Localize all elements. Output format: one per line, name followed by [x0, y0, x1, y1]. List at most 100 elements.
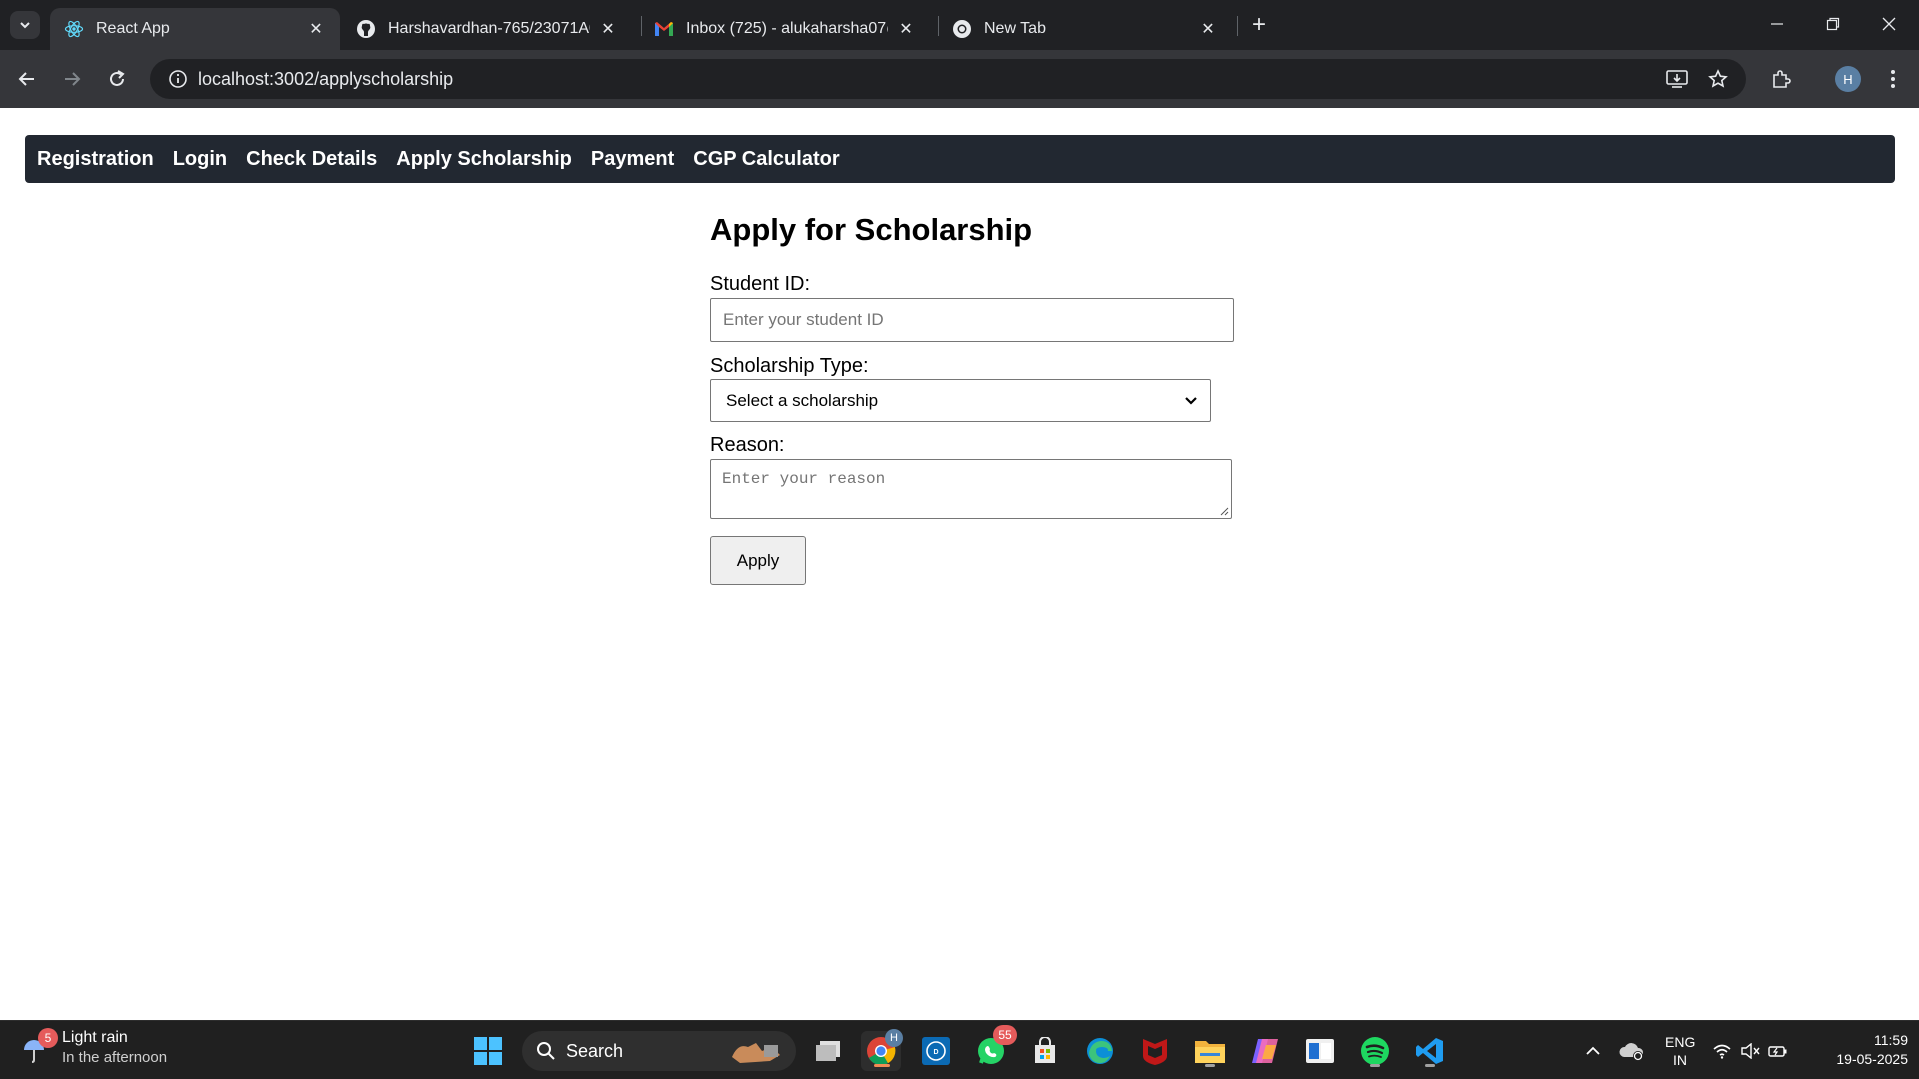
battery-icon: [1768, 1046, 1787, 1057]
tab-title: Inbox (725) - alukaharsha07@gmail: [686, 20, 888, 37]
running-indicator: [1425, 1064, 1435, 1067]
scholarship-type-select[interactable]: Select a scholarship: [710, 379, 1211, 422]
extensions-button[interactable]: [1763, 61, 1799, 97]
more-vertical-icon: [1891, 70, 1895, 88]
taskbar-file-explorer[interactable]: [1190, 1031, 1230, 1071]
folder-icon: [1195, 1041, 1225, 1063]
star-icon: [1708, 69, 1728, 88]
taskbar-spotify[interactable]: [1355, 1031, 1395, 1071]
reason-placeholder: Enter your reason: [722, 470, 886, 488]
tab-separator: [1237, 16, 1238, 36]
scholarship-type-label: Scholarship Type:: [710, 355, 869, 377]
bookmark-button[interactable]: [1700, 61, 1736, 97]
edge-icon: [1087, 1038, 1113, 1064]
taskbar-dell[interactable]: D: [916, 1031, 956, 1071]
clock-time: 11:59: [1874, 1032, 1908, 1048]
close-icon[interactable]: ✕: [896, 19, 916, 39]
taskbar-search[interactable]: Search: [522, 1031, 796, 1071]
running-indicator: [1205, 1064, 1215, 1067]
tab-new-tab[interactable]: New Tab ✕: [938, 8, 1232, 50]
scholarship-form: Apply for Scholarship Student ID: Enter …: [710, 204, 1234, 585]
nav-link-cgp-calculator[interactable]: CGP Calculator: [693, 148, 839, 171]
nav-link-payment[interactable]: Payment: [591, 148, 674, 171]
taskbar-app-window[interactable]: [1300, 1031, 1340, 1071]
student-id-input[interactable]: Enter your student ID: [710, 298, 1234, 342]
tab-gmail[interactable]: Inbox (725) - alukaharsha07@gmail ✕: [640, 8, 930, 50]
weather-rain-icon: 5: [20, 1027, 58, 1064]
nav-link-apply-scholarship[interactable]: Apply Scholarship: [396, 148, 572, 171]
puzzle-icon: [1773, 70, 1791, 88]
task-view-icon: [816, 1041, 840, 1061]
tab-github[interactable]: Harshavardhan-765/23071A05D ✕: [342, 8, 632, 50]
minimize-button[interactable]: [1749, 0, 1805, 48]
task-view-button[interactable]: [808, 1031, 848, 1071]
weather-title: Light rain: [62, 1029, 128, 1046]
active-indicator: [874, 1064, 890, 1067]
app-window-icon: [1306, 1039, 1334, 1063]
site-info-icon[interactable]: [158, 59, 198, 99]
close-icon[interactable]: ✕: [306, 19, 326, 39]
reason-textarea[interactable]: Enter your reason: [710, 459, 1232, 519]
clock[interactable]: 11:59 19-05-2025: [1808, 1031, 1908, 1069]
close-icon[interactable]: ✕: [1198, 19, 1218, 39]
language-line2: IN: [1673, 1052, 1687, 1068]
weather-widget[interactable]: 5 Light rain In the afternoon: [20, 1027, 167, 1066]
cloud-sync-icon: [1619, 1043, 1644, 1061]
apply-button[interactable]: Apply: [710, 536, 806, 585]
taskbar-chrome[interactable]: H: [861, 1029, 903, 1071]
quick-settings-button[interactable]: [1710, 1031, 1790, 1071]
taskbar-whatsapp[interactable]: 55: [971, 1025, 1017, 1071]
student-id-placeholder: Enter your student ID: [723, 310, 884, 329]
chevron-down-icon: [20, 22, 30, 29]
forward-button[interactable]: [54, 61, 90, 97]
install-icon: [1666, 70, 1688, 88]
start-button[interactable]: [468, 1031, 508, 1071]
plus-icon: +: [1251, 11, 1266, 38]
taskbar-mcafee[interactable]: [1135, 1031, 1175, 1071]
back-button[interactable]: [9, 61, 45, 97]
nav-link-login[interactable]: Login: [173, 148, 227, 171]
language-indicator[interactable]: ENG IN: [1665, 1033, 1695, 1069]
close-icon[interactable]: ✕: [598, 19, 618, 39]
nav-link-check-details[interactable]: Check Details: [246, 148, 377, 171]
github-icon: [356, 19, 376, 39]
vscode-icon: [1416, 1038, 1443, 1064]
taskbar-edge[interactable]: [1080, 1031, 1120, 1071]
menu-button[interactable]: [1875, 61, 1911, 97]
restore-button[interactable]: [1805, 0, 1861, 48]
new-tab-button[interactable]: +: [1244, 11, 1274, 39]
arrow-left-icon: [18, 72, 34, 86]
reason-label: Reason:: [710, 434, 785, 456]
reload-button[interactable]: [99, 61, 135, 97]
install-app-button[interactable]: [1659, 61, 1695, 97]
whatsapp-badge: 55: [993, 1025, 1017, 1045]
nav-link-registration[interactable]: Registration: [37, 148, 154, 171]
search-icon: [537, 1042, 555, 1060]
onedrive-button[interactable]: [1612, 1031, 1652, 1071]
profile-button[interactable]: H: [1830, 61, 1866, 97]
taskbar-store[interactable]: [1025, 1031, 1065, 1071]
volume-muted-icon: [1741, 1043, 1760, 1059]
tab-title: Harshavardhan-765/23071A05D: [388, 20, 590, 37]
restore-icon: [1826, 17, 1840, 31]
chevron-up-icon: [1586, 1046, 1600, 1055]
tab-search-button[interactable]: [10, 11, 40, 39]
chevron-down-icon: [1185, 396, 1197, 405]
show-hidden-icons-button[interactable]: [1573, 1031, 1613, 1071]
minimize-icon: [1771, 23, 1783, 25]
svg-text:D: D: [933, 1049, 938, 1056]
resize-grip-icon[interactable]: [1219, 506, 1229, 516]
arrow-right-icon: [65, 72, 81, 86]
spotify-icon: [1361, 1037, 1389, 1065]
address-bar[interactable]: localhost:3002/applyscholarship: [150, 59, 1746, 99]
reload-icon: [110, 70, 125, 86]
tab-title: New Tab: [984, 20, 1046, 37]
close-icon: [1882, 17, 1896, 31]
close-window-button[interactable]: [1861, 0, 1917, 48]
tab-react-app[interactable]: React App ✕: [50, 8, 340, 50]
copilot-icon: [1252, 1039, 1278, 1063]
windows-icon: [474, 1037, 502, 1065]
taskbar-copilot[interactable]: [1245, 1031, 1285, 1071]
clock-date: 19-05-2025: [1836, 1051, 1908, 1067]
taskbar-vscode[interactable]: [1410, 1031, 1450, 1071]
